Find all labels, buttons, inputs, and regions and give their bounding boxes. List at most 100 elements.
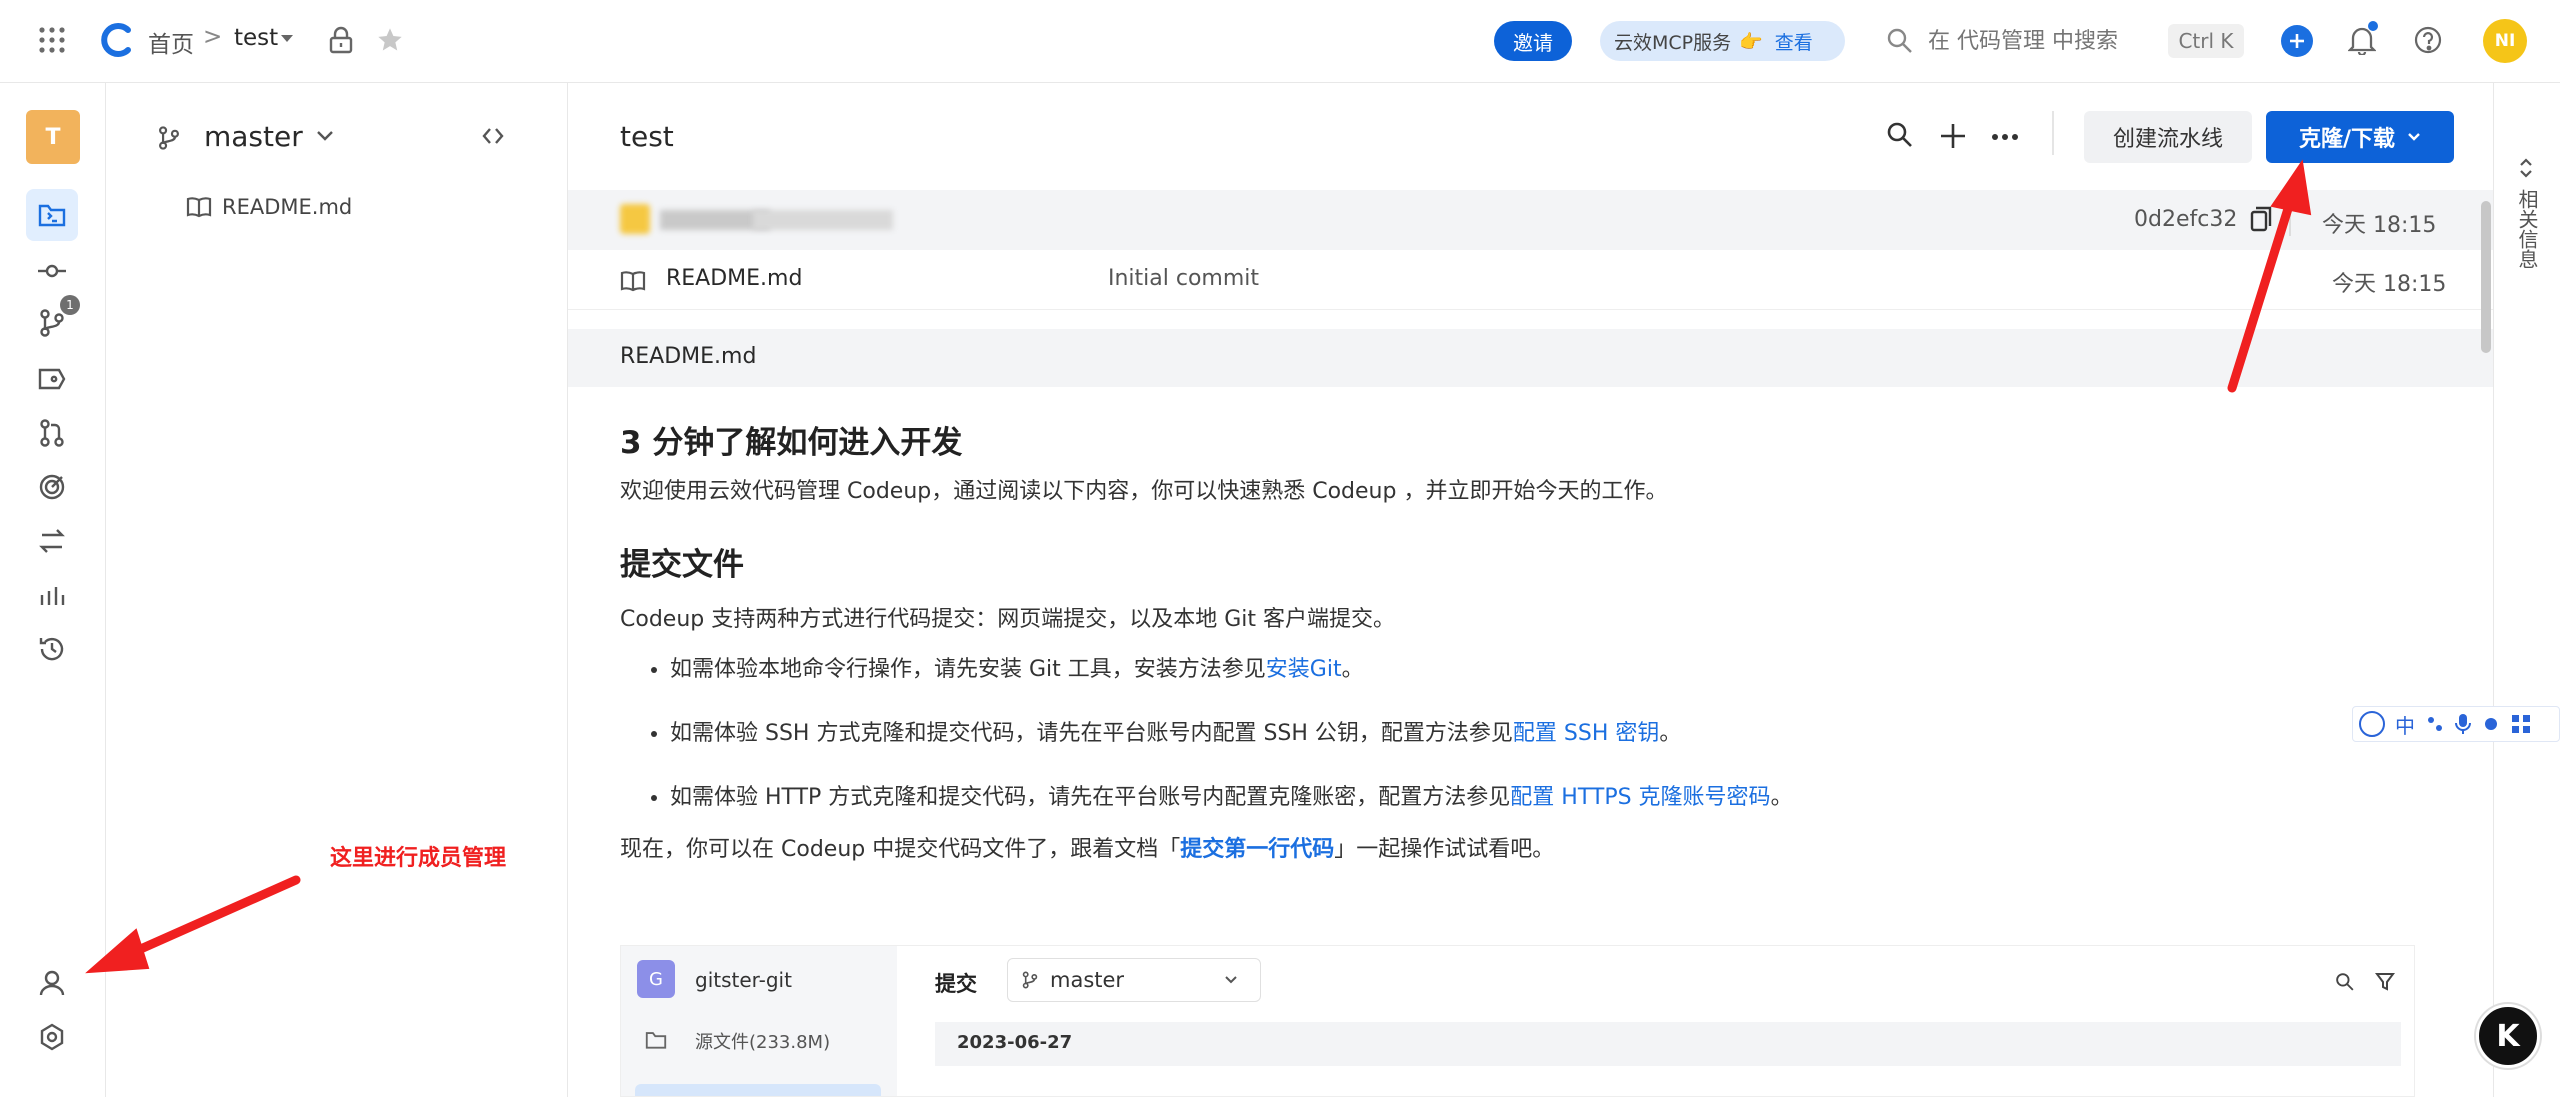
- readme-body: 3 分钟了解如何进入开发 欢迎使用云效代码管理 Codeup，通过阅读以下内容，…: [620, 417, 2450, 867]
- related-info-tab[interactable]: 相关信息: [2514, 189, 2540, 269]
- branch-count: 1: [66, 298, 74, 312]
- mcp-view-link[interactable]: 查看: [1775, 28, 1813, 55]
- left-nav-rail: T 1: [0, 83, 106, 1097]
- branch-selector[interactable]: master: [204, 120, 303, 153]
- install-git-link[interactable]: 安装Git: [1266, 657, 1342, 682]
- readme-commit-paragraph: Codeup 支持两种方式进行代码提交：网页端提交，以及本地 Git 客户端提交…: [620, 607, 1395, 632]
- mcp-service-banner[interactable]: 云效MCP服务 👉 查看: [1600, 21, 1845, 61]
- ime-logo-icon[interactable]: [2359, 711, 2385, 737]
- rail-merge-requests[interactable]: [26, 407, 78, 459]
- chevron-down-icon: [1225, 976, 1237, 984]
- app-grid-icon[interactable]: [38, 26, 66, 54]
- branch-icon: [40, 309, 64, 337]
- clone-download-button[interactable]: 克隆/下载: [2266, 111, 2454, 163]
- ssh-key-link[interactable]: 配置 SSH 密钥: [1513, 721, 1659, 746]
- more-icon[interactable]: [1992, 133, 2018, 141]
- settings-icon: [40, 1023, 64, 1051]
- breadcrumb-repo[interactable]: test: [234, 25, 278, 51]
- rail-branches[interactable]: 1: [26, 295, 80, 349]
- member-management-annotation: 这里进行成员管理: [330, 846, 507, 871]
- branch-icon: [158, 125, 180, 151]
- bar-chart-icon: [40, 587, 65, 605]
- book-icon: [620, 271, 646, 292]
- next-text-b: 」一起操作试试看吧。: [1334, 837, 1555, 862]
- rail-code-review[interactable]: [26, 461, 78, 513]
- target-icon: [39, 474, 65, 500]
- embedded-branch-select: master: [1007, 958, 1261, 1002]
- mcp-label: 云效MCP服务: [1614, 31, 1732, 54]
- content-scrollbar[interactable]: [2481, 201, 2491, 353]
- file-commit-message[interactable]: Initial commit: [1108, 266, 1259, 291]
- rail-tags[interactable]: [26, 353, 78, 405]
- readme-header-title: README.md: [620, 344, 757, 369]
- ime-settings-icon: [2485, 718, 2497, 730]
- readme-intro-paragraph: 欢迎使用云效代码管理 Codeup，通过阅读以下内容，你可以快速熟悉 Codeu…: [620, 479, 1668, 504]
- clone-download-label: 克隆/下载: [2298, 127, 2396, 152]
- shortcut-label: Ctrl K: [2178, 29, 2234, 53]
- tree-file-readme[interactable]: README.md: [186, 195, 352, 219]
- caret-down-icon[interactable]: [280, 34, 294, 44]
- create-pipeline-button[interactable]: 创建流水线: [2084, 111, 2252, 163]
- star-icon[interactable]: [376, 26, 404, 54]
- compare-arrows-icon: [39, 529, 65, 553]
- branch-icon: [1022, 971, 1038, 989]
- bell-icon[interactable]: [2348, 21, 2378, 55]
- search-icon[interactable]: [1886, 121, 1914, 149]
- rail-code-files[interactable]: [26, 189, 78, 241]
- list-item-text: 如需体验 SSH 方式克隆和提交代码，请先在平台账号内配置 SSH 公钥，配置方…: [670, 721, 1513, 746]
- user-avatar[interactable]: NI: [2483, 19, 2527, 63]
- embedded-screenshot: G gitster-git 源文件(233.8M) 提交 master 2023…: [620, 945, 2415, 1097]
- member-icon: [39, 970, 65, 996]
- ime-toolbar: 中: [2352, 706, 2560, 742]
- invite-button[interactable]: 邀请: [1494, 21, 1572, 61]
- search-icon: [2336, 973, 2354, 991]
- https-credentials-link[interactable]: 配置 HTTPS 克隆账号密码: [1510, 785, 1770, 810]
- ime-chinese-toggle[interactable]: 中: [2395, 710, 2415, 739]
- commit-hash[interactable]: 0d2efc32: [2134, 207, 2237, 232]
- embedded-commit-tab: 提交: [935, 972, 977, 996]
- codeup-logo-icon[interactable]: [98, 22, 134, 58]
- copy-icon[interactable]: [2250, 206, 2272, 232]
- history-icon: [39, 637, 64, 661]
- tag-icon: [38, 368, 66, 390]
- help-icon[interactable]: [2414, 26, 2442, 54]
- search-shortcut-badge: Ctrl K: [2168, 24, 2244, 58]
- list-item: 如需体验本地命令行操作，请先安装 Git 工具，安装方法参见安装Git。: [670, 653, 2450, 687]
- file-row[interactable]: README.md Initial commit 今天 18:15: [568, 250, 2493, 310]
- file-name[interactable]: README.md: [666, 266, 802, 291]
- readme-heading-intro: 3 分钟了解如何进入开发: [620, 425, 963, 461]
- commit-row-divider: [2289, 204, 2291, 236]
- toolbar-divider: [2052, 111, 2054, 155]
- rail-insights[interactable]: [26, 569, 78, 621]
- code-folder-icon: [38, 204, 66, 227]
- file-commit-time: 今天 18:15: [2332, 272, 2447, 297]
- rail-commits[interactable]: [26, 245, 78, 297]
- add-icon[interactable]: [1940, 123, 1966, 149]
- lock-icon[interactable]: [328, 26, 354, 54]
- first-commit-link[interactable]: 提交第一行代码: [1180, 837, 1334, 862]
- search-icon[interactable]: [1886, 27, 1914, 55]
- user-avatar-initials: NI: [2494, 31, 2516, 51]
- repo-avatar[interactable]: T: [26, 110, 80, 164]
- breadcrumb-separator: >: [203, 24, 223, 50]
- book-icon: [186, 197, 212, 218]
- repo-avatar-letter: T: [45, 124, 61, 150]
- rail-members[interactable]: [26, 957, 78, 1009]
- file-tree-panel: master README.md: [106, 83, 568, 1097]
- rail-settings[interactable]: [26, 1011, 78, 1063]
- list-item-end: 。: [1659, 721, 1682, 746]
- global-search-input[interactable]: [1928, 22, 2128, 60]
- create-plus-button[interactable]: [2281, 25, 2313, 57]
- list-item: 如需体验 SSH 方式克隆和提交代码，请先在平台账号内配置 SSH 公钥，配置方…: [670, 717, 2450, 751]
- list-item-text: 如需体验 HTTP 方式克隆和提交代码，请先在平台账号内配置克隆账密，配置方法参…: [670, 785, 1511, 810]
- chevron-down-icon[interactable]: [316, 130, 334, 142]
- microphone-icon: [2455, 714, 2471, 734]
- floating-k-badge[interactable]: K: [2476, 1004, 2540, 1068]
- rail-history[interactable]: [26, 623, 78, 675]
- commit-message-blurred: [753, 210, 893, 230]
- breadcrumb-home[interactable]: 首页: [148, 25, 194, 59]
- pointing-hand-icon: 👉: [1739, 30, 1763, 53]
- collapse-panel-icon[interactable]: [482, 127, 504, 145]
- rail-compare[interactable]: [26, 515, 78, 567]
- commit-icon: [38, 264, 66, 278]
